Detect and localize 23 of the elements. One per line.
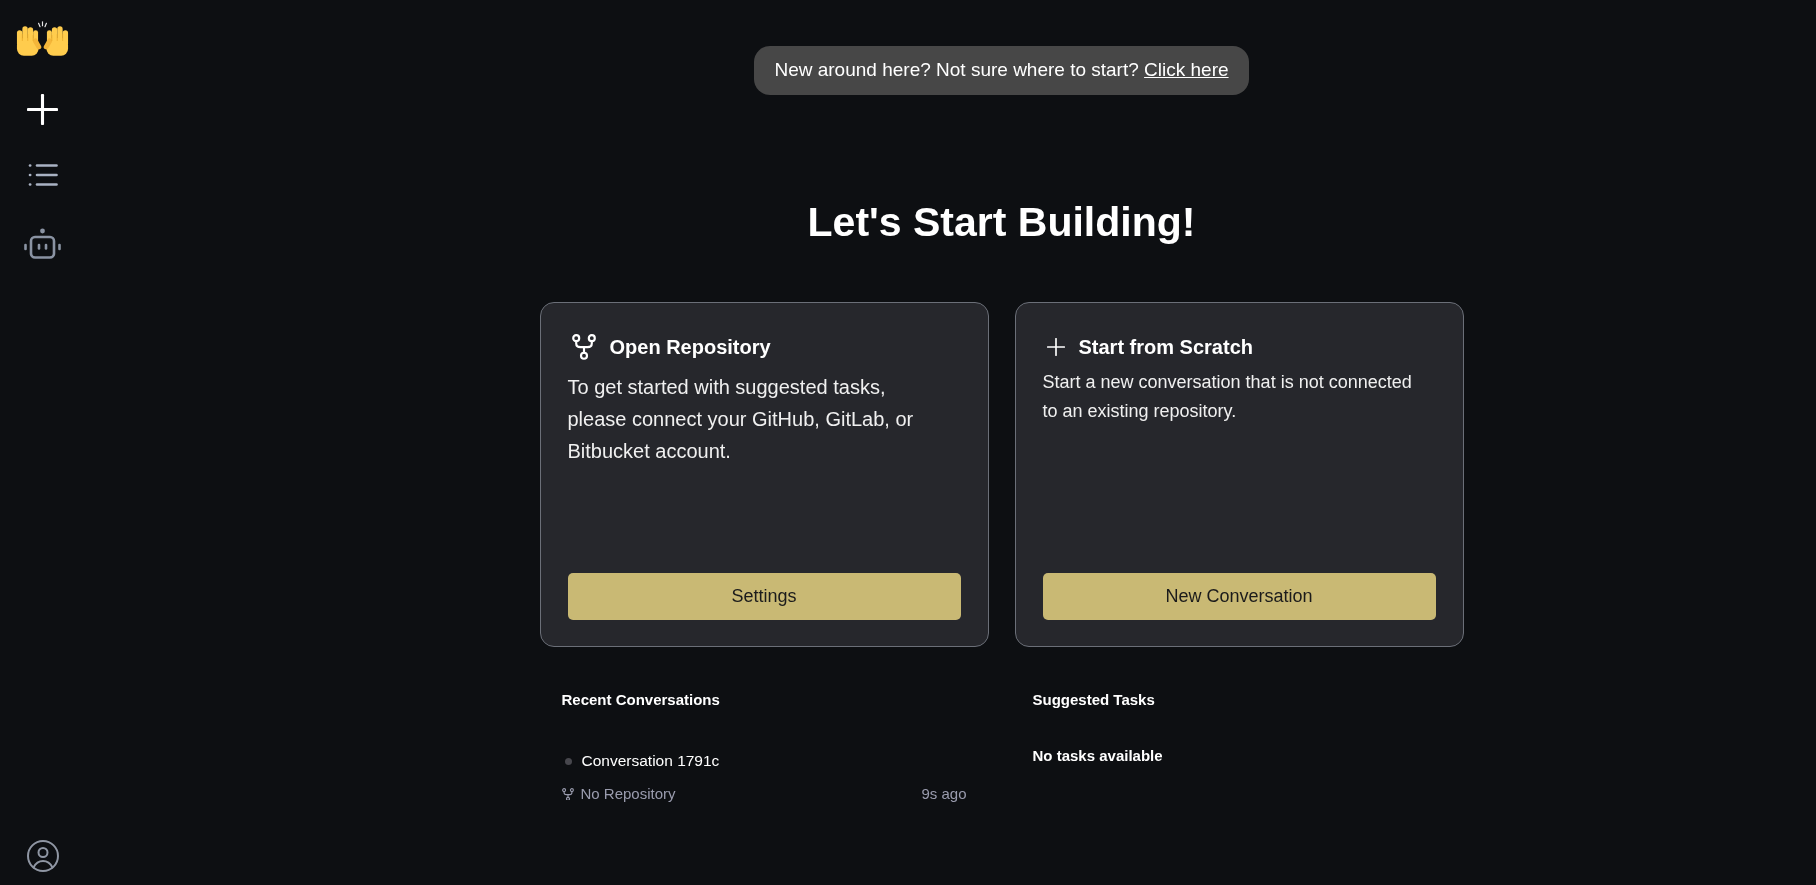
plus-icon: [1046, 338, 1065, 356]
conversation-title[interactable]: Conversation 1791c: [581, 750, 720, 772]
empty-message: No tasks available: [1032, 746, 1164, 766]
card-description: Start a new conversation that is not connected to an existing repository.: [1042, 371, 1413, 423]
user-circle-icon[interactable]: [26, 840, 59, 872]
list-icon[interactable]: [27, 163, 58, 187]
fork-icon: [561, 787, 574, 801]
page-heading: Let's Start Building!: [807, 198, 1196, 246]
click-here-link[interactable]: Click here: [1144, 59, 1229, 81]
section-title: Recent Conversations: [561, 690, 721, 710]
card-description: To get started with suggested tasks, please connect your GitHub, GitLab, or Bitbucket account.: [567, 375, 915, 464]
plus-icon[interactable]: [27, 94, 58, 125]
section-title: Suggested Tasks: [1032, 690, 1156, 710]
card-button[interactable]: New Conversation: [1042, 573, 1436, 620]
card-button[interactable]: Settings: [567, 573, 961, 620]
conversation-time: 9s ago: [921, 784, 967, 804]
raised-hands-icon[interactable]: [14, 21, 71, 57]
banner-text: New around here? Not sure where to start? Click here: [774, 58, 1229, 83]
card-title: Open Repository: [609, 335, 771, 360]
robot-icon[interactable]: [24, 228, 61, 259]
fork-icon: [571, 334, 596, 360]
card-title: Start from Scratch: [1078, 335, 1253, 360]
repository-label: No Repository: [580, 784, 676, 804]
